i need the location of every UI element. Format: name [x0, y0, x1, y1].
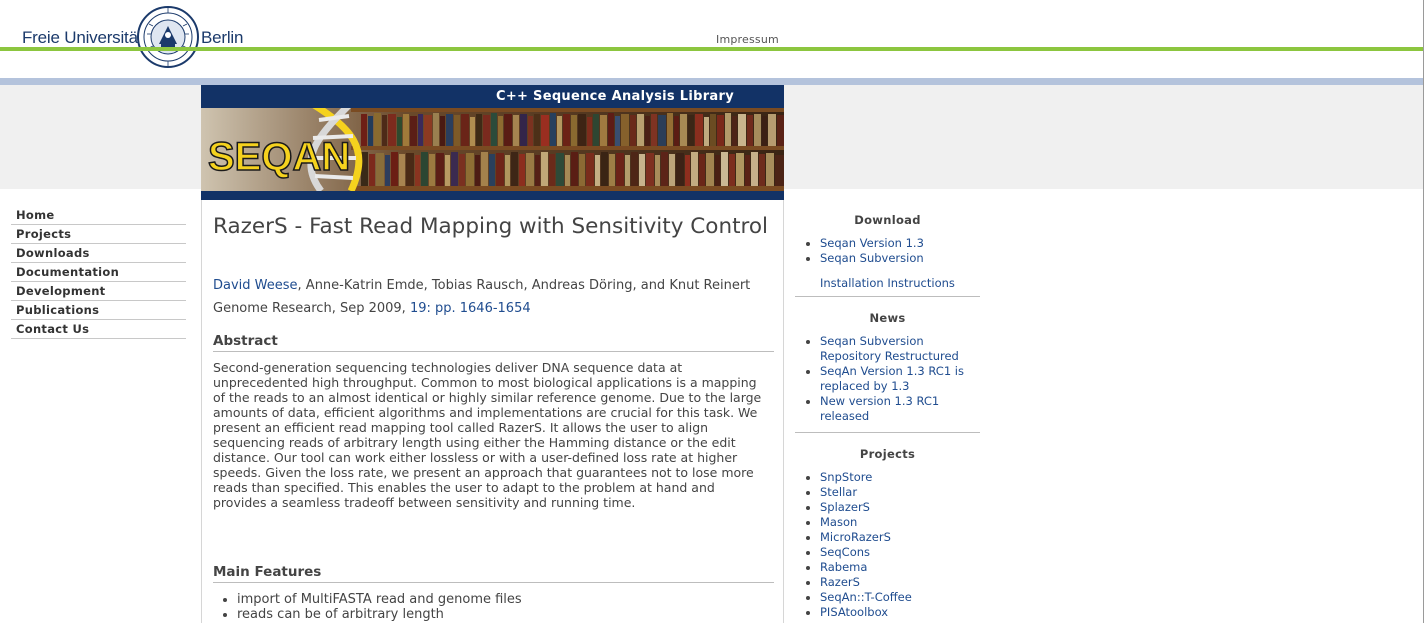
university-name-right[interactable]: Berlin: [201, 28, 243, 48]
header-green-rule: [0, 47, 1424, 51]
university-name-left[interactable]: Freie Universität: [22, 28, 143, 48]
project-link-snpstore[interactable]: SnpStore: [820, 470, 872, 484]
seqan-banner[interactable]: C++ Sequence Analysis Library SEQAN: [201, 85, 784, 200]
news-heading: News: [869, 311, 906, 325]
projects-heading: Projects: [859, 447, 916, 461]
abstract-heading: Abstract: [213, 333, 774, 352]
news-list: Seqan Subversion Repository Restructured…: [795, 334, 980, 424]
nav-item-projects[interactable]: Projects: [11, 225, 186, 244]
main-features-heading: Main Features: [213, 564, 774, 583]
download-heading: Download: [854, 213, 921, 227]
author-list: David Weese, Anne-Katrin Emde, Tobias Ra…: [213, 278, 750, 293]
news-link[interactable]: SeqAn Version 1.3 RC1 is replaced by 1.3: [820, 364, 964, 393]
nav-item-contact-us[interactable]: Contact Us: [11, 320, 186, 339]
news-link[interactable]: New version 1.3 RC1 released: [820, 394, 939, 423]
university-header: Freie Universität Berlin Impressum: [0, 0, 1424, 78]
nav-item-development[interactable]: Development: [11, 282, 186, 301]
project-link-mason[interactable]: Mason: [820, 515, 857, 529]
feature-item: import of MultiFASTA read and genome fil…: [237, 592, 522, 607]
author-list-rest: , Anne-Katrin Emde, Tobias Rausch, Andre…: [297, 278, 751, 293]
nav-item-downloads[interactable]: Downloads: [11, 244, 186, 263]
banner-title: C++ Sequence Analysis Library: [495, 89, 734, 104]
sidebar-divider: [795, 296, 980, 297]
feature-item: reads can be of arbitrary length: [237, 607, 522, 622]
sidebar-divider: [795, 432, 980, 433]
right-sidebar: Download Seqan Version 1.3 Seqan Subvers…: [795, 206, 980, 620]
installation-instructions-link[interactable]: Installation Instructions: [795, 276, 980, 291]
project-link-razers[interactable]: RazerS: [820, 575, 860, 589]
pages-link[interactable]: 19: pp. 1646-1654: [410, 301, 531, 316]
article-content: RazerS - Fast Read Mapping with Sensitiv…: [201, 200, 784, 623]
page-title: RazerS - Fast Read Mapping with Sensitiv…: [213, 214, 768, 239]
project-link-rabema[interactable]: Rabema: [820, 560, 867, 574]
nav-item-documentation[interactable]: Documentation: [11, 263, 186, 282]
abstract-text: Second-generation sequencing technologie…: [213, 360, 762, 510]
banner-title-bar: C++ Sequence Analysis Library: [201, 85, 784, 108]
project-link-splazers[interactable]: SplazerS: [820, 500, 870, 514]
project-link-stellar[interactable]: Stellar: [820, 485, 857, 499]
project-link-seqan-t-coffee[interactable]: SeqAn::T-Coffee: [820, 590, 912, 604]
features-list: import of MultiFASTA read and genome fil…: [213, 592, 522, 622]
nav-item-home[interactable]: Home: [11, 206, 186, 225]
download-link-seqan-1-3[interactable]: Seqan Version 1.3: [820, 236, 924, 250]
main-navigation: Home Projects Downloads Documentation De…: [11, 206, 186, 339]
journal-info: Genome Research, Sep 2009,: [213, 301, 410, 316]
banner-bottom-bar: [201, 191, 784, 200]
download-list: Seqan Version 1.3 Seqan Subversion: [795, 236, 980, 266]
download-link-seqan-subversion[interactable]: Seqan Subversion: [820, 251, 924, 265]
university-seal-logo[interactable]: [137, 4, 199, 70]
news-link[interactable]: Seqan Subversion Repository Restructured: [820, 334, 959, 363]
header-blue-band: [0, 78, 1424, 85]
nav-item-publications[interactable]: Publications: [11, 301, 186, 320]
impressum-link[interactable]: Impressum: [716, 33, 779, 46]
project-link-microrazers[interactable]: MicroRazerS: [820, 530, 891, 544]
project-link-seqcons[interactable]: SeqCons: [820, 545, 870, 559]
citation: Genome Research, Sep 2009, 19: pp. 1646-…: [213, 301, 531, 316]
library-bookshelf-image: SEQAN: [201, 108, 784, 191]
author-link-david-weese[interactable]: David Weese: [213, 278, 298, 293]
project-link-pisatoolbox[interactable]: PISAtoolbox: [820, 605, 888, 619]
seqan-logo-text: SEQAN: [208, 135, 350, 179]
projects-list: SnpStore Stellar SplazerS Mason MicroRaz…: [795, 470, 980, 620]
